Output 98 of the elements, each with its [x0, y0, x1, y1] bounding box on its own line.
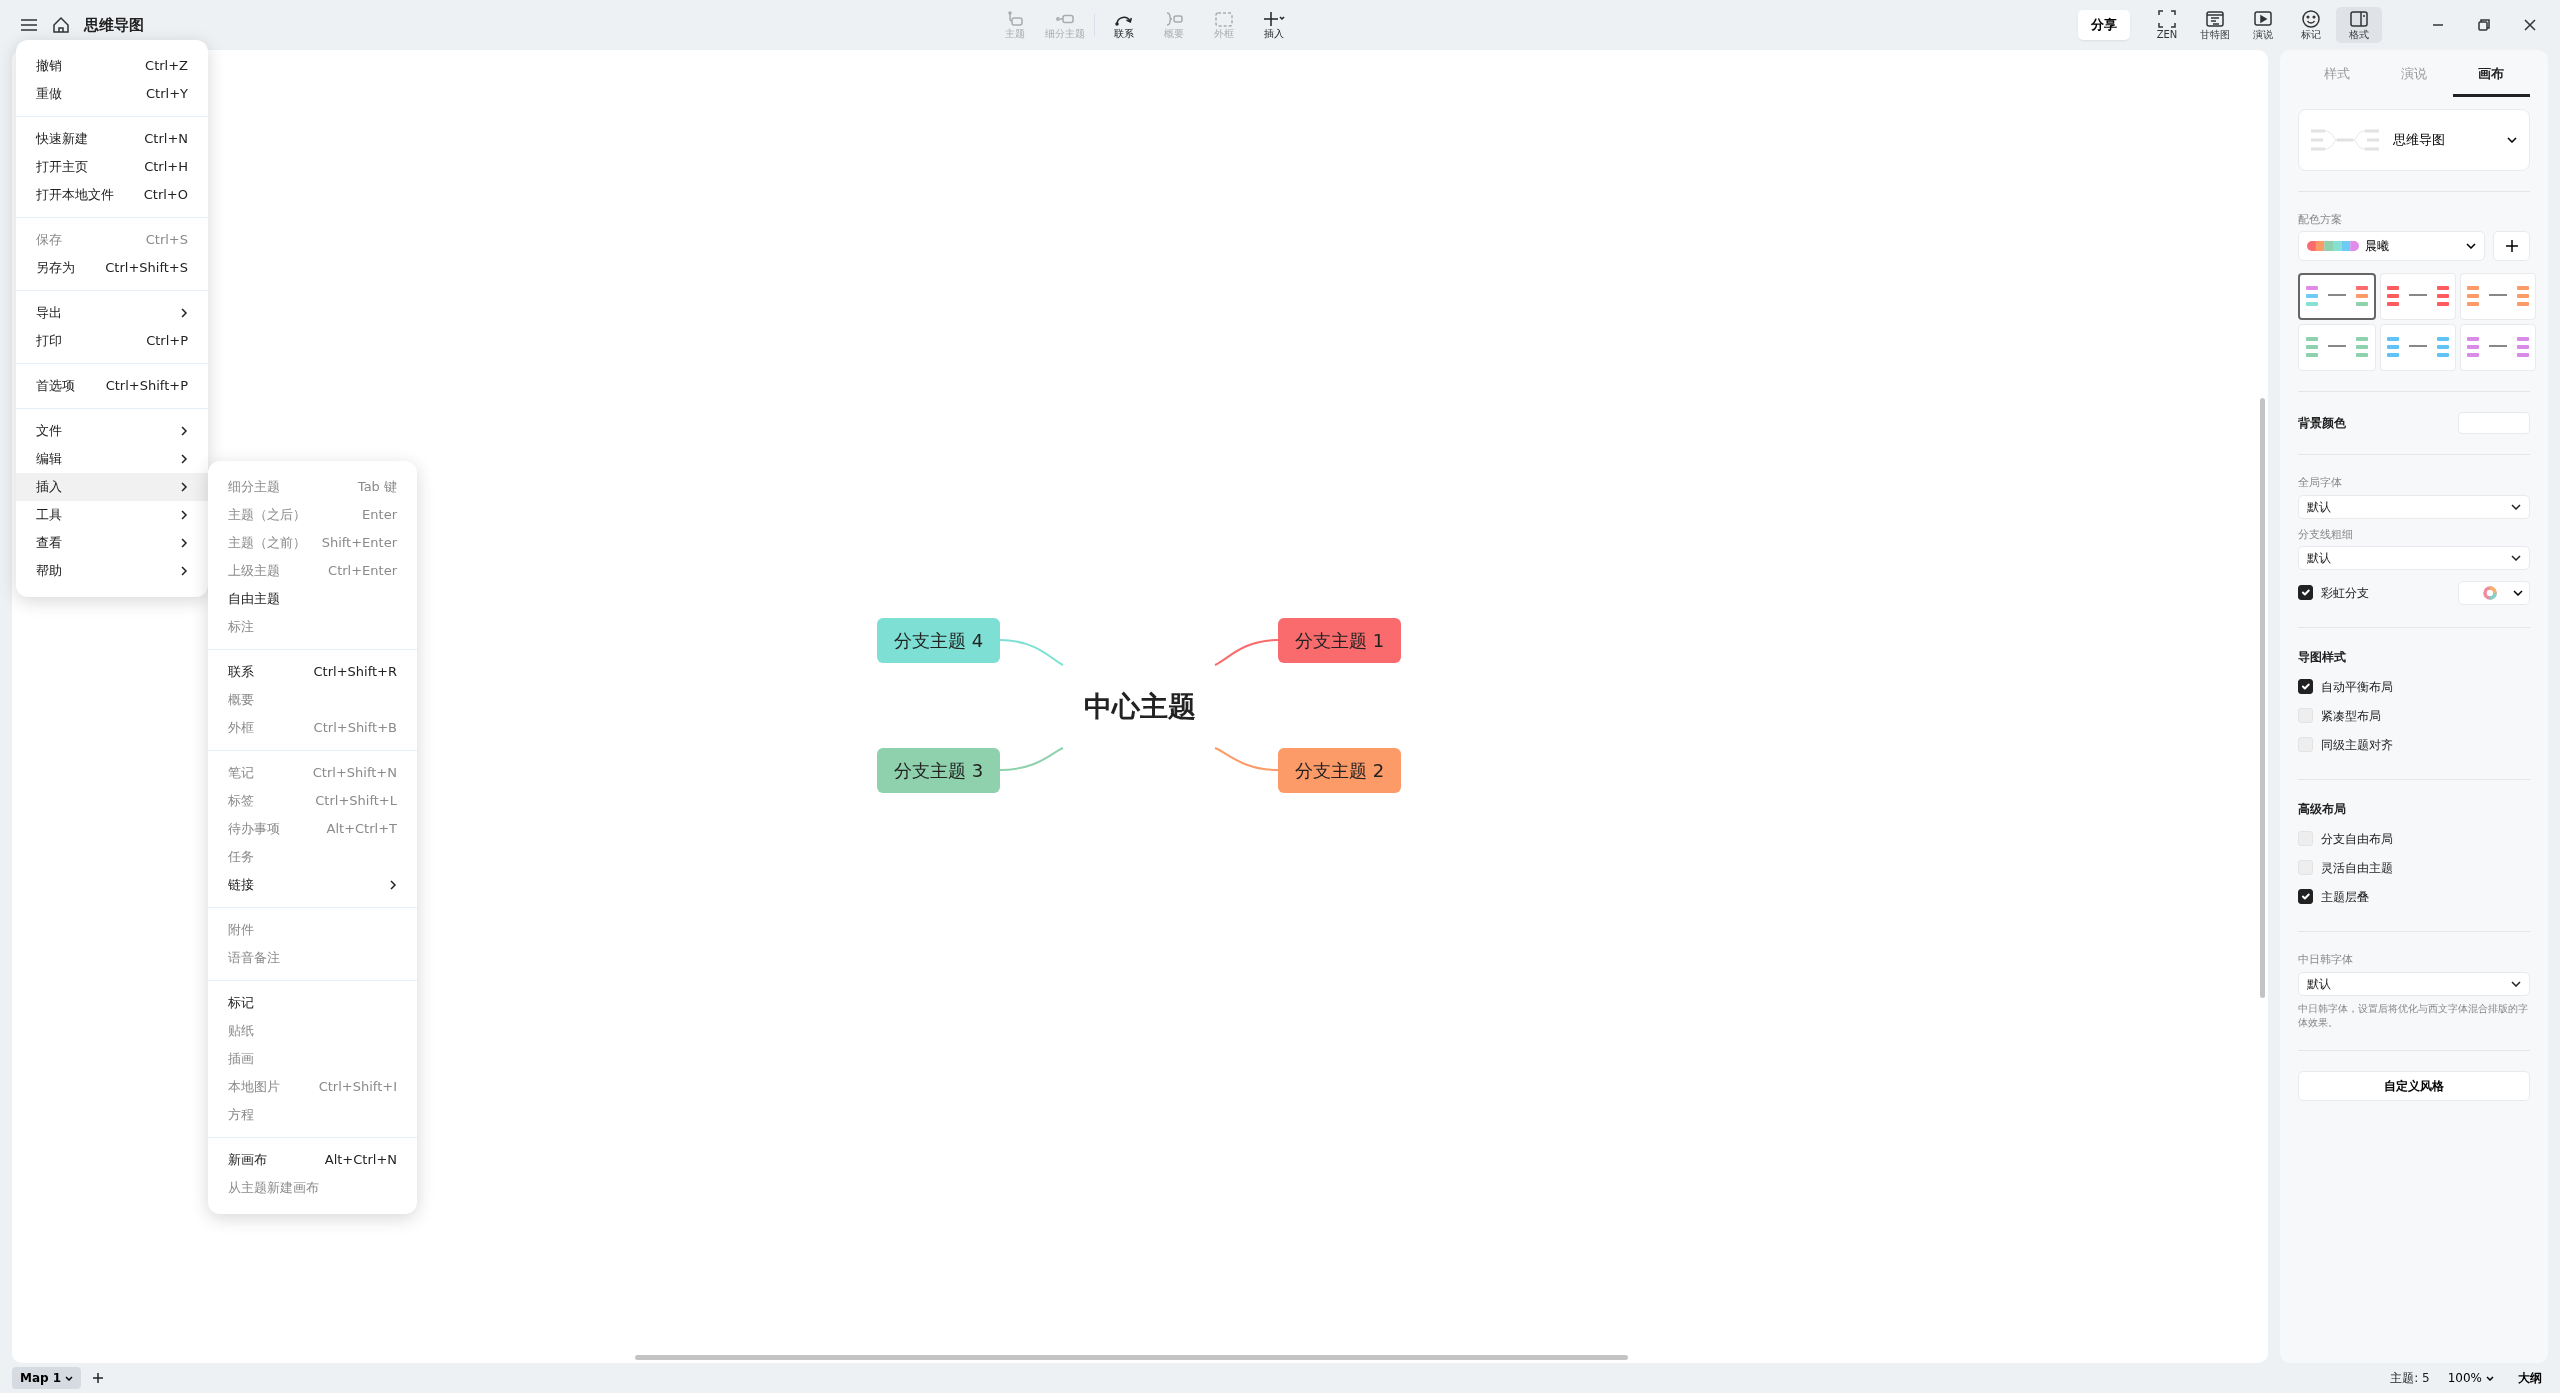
color-stripe-icon	[2307, 241, 2359, 251]
connector-line	[1214, 747, 1279, 771]
menu-item[interactable]: 导出	[16, 299, 208, 327]
section-title: 导图样式	[2298, 649, 2347, 666]
menu-item[interactable]: 打开主页 Ctrl+H	[16, 153, 208, 181]
menu-item[interactable]: 链接	[208, 871, 417, 899]
menu-icon[interactable]	[20, 18, 38, 32]
vertical-scrollbar[interactable]	[2260, 398, 2265, 998]
field-label: 分支线粗细	[2298, 526, 2354, 543]
branch-topic[interactable]: 分支主题 1	[1278, 618, 1401, 663]
dashed-box-icon	[1214, 10, 1234, 28]
chevron-down-icon	[2466, 243, 2476, 249]
view-button[interactable]: ZEN	[2144, 7, 2190, 43]
play-icon	[2253, 9, 2273, 29]
branch-topic[interactable]: 分支主题 4	[877, 618, 1000, 663]
field-label: 配色方案	[2298, 211, 2343, 228]
menu-item[interactable]: 帮助	[16, 557, 208, 585]
field-label: 全局字体	[2298, 475, 2343, 491]
panel-tab[interactable]: 画布	[2452, 56, 2530, 97]
menu-item[interactable]: 自由主题	[208, 585, 417, 613]
menu-item[interactable]: 首选项 Ctrl+Shift+P	[16, 372, 208, 400]
select-field[interactable]: 默认	[2298, 546, 2530, 570]
checkbox-label: 紧凑型布局	[2321, 707, 2381, 725]
menu-item[interactable]: 编辑	[16, 445, 208, 473]
chevron-down-icon	[2511, 980, 2521, 987]
structure-dropdown[interactable]: 思维导图	[2298, 108, 2530, 171]
menu-item[interactable]: 工具	[16, 501, 208, 529]
connector-line	[1214, 639, 1279, 666]
menu-item[interactable]: 联系 Ctrl+Shift+R	[208, 658, 417, 686]
select-field[interactable]: 默认	[2298, 971, 2530, 996]
connector-line	[999, 639, 1064, 666]
panel-layout-icon	[2349, 9, 2369, 29]
horizontal-scrollbar[interactable]	[635, 1355, 1628, 1360]
select-field[interactable]: 默认	[2298, 494, 2530, 519]
brace-icon	[1164, 10, 1184, 28]
menu-item[interactable]: 撤销 Ctrl+Z	[16, 52, 208, 80]
menu-item[interactable]: 文件	[16, 417, 208, 445]
connector-line	[999, 747, 1064, 771]
checkbox-label: 自动平衡布局	[2321, 678, 2393, 696]
theme-thumbnail[interactable]	[2298, 273, 2376, 320]
caret-down-icon	[2486, 1375, 2494, 1381]
view-button[interactable]: 甘特图	[2192, 7, 2238, 43]
rainbow-color-dropdown[interactable]	[2458, 580, 2530, 605]
menu-item[interactable]: 另存为 Ctrl+Shift+S	[16, 254, 208, 282]
menu-item[interactable]: 新画布 Alt+Ctrl+N	[208, 1146, 417, 1174]
menu-item[interactable]: 快速新建 Ctrl+N	[16, 125, 208, 153]
menu-item[interactable]: 查看	[16, 529, 208, 557]
close-icon[interactable]	[2523, 18, 2537, 32]
menu-item[interactable]: 重做 Ctrl+Y	[16, 80, 208, 108]
checkbox-label: 主题层叠	[2321, 888, 2369, 906]
branch-topic[interactable]: 分支主题 2	[1278, 748, 1401, 793]
chevron-down-icon	[2511, 503, 2521, 510]
topic-count: 主题: 5	[2390, 1370, 2430, 1387]
field-label: 背景颜色	[2298, 415, 2346, 432]
view-button[interactable]: 格式	[2336, 7, 2382, 43]
structure-preview-icon	[2311, 127, 2379, 152]
menu-item[interactable]: 插入	[16, 473, 208, 501]
caret-down-icon	[65, 1375, 74, 1381]
window-title: 思维导图	[84, 14, 144, 36]
checkbox-label: 同级主题对齐	[2321, 736, 2393, 754]
chevron-down-icon	[2511, 555, 2521, 561]
checkbox-label: 分支自由布局	[2321, 830, 2393, 848]
chevron-down-icon	[2513, 589, 2523, 596]
zoom-dropdown[interactable]: 100%	[2441, 1368, 2500, 1388]
checkbox[interactable]	[2298, 889, 2313, 904]
add-sheet-icon[interactable]	[93, 1373, 104, 1383]
topic-icon	[1005, 10, 1025, 28]
section-title: 高级布局	[2298, 801, 2347, 818]
gantt-chart-icon	[2205, 9, 2225, 29]
custom-style-button[interactable]: 自定义风格	[2298, 1070, 2530, 1101]
menu-item[interactable]: 标记	[208, 989, 417, 1017]
plus-icon	[2505, 240, 2518, 252]
plus-icon	[1263, 10, 1285, 28]
toolbar-button[interactable]: 联系	[1099, 7, 1149, 43]
field-label: 中日韩字体	[2298, 952, 2354, 968]
view-button[interactable]: 演说	[2240, 7, 2286, 43]
toolbar-button[interactable]: 插入	[1249, 7, 1299, 43]
menu-item[interactable]: 打印 Ctrl+P	[16, 327, 208, 355]
checkbox[interactable]	[2298, 679, 2313, 694]
checkbox-label: 灵活自由主题	[2321, 859, 2393, 877]
chevron-down-icon	[2507, 136, 2517, 143]
outline-button[interactable]: 大纲	[2512, 1368, 2548, 1388]
color-scheme-dropdown[interactable]: 晨曦	[2298, 231, 2485, 261]
checkbox[interactable]	[2298, 585, 2313, 600]
home-icon[interactable]	[52, 16, 70, 34]
branch-topic[interactable]: 分支主题 3	[877, 748, 1000, 793]
smiley-icon	[2301, 9, 2321, 29]
view-button[interactable]: 标记	[2288, 7, 2334, 43]
share-button[interactable]: 分享	[2078, 10, 2130, 40]
sheet-tab[interactable]: Map 1	[12, 1367, 82, 1389]
restore-icon[interactable]	[2477, 18, 2491, 32]
fullscreen-icon	[2157, 9, 2177, 29]
hint-text: 中日韩字体，设置后将优化与西文字体混合排版的字体效果。	[2298, 1001, 2529, 1030]
menu-item[interactable]: 打开本地文件 Ctrl+O	[16, 181, 208, 209]
checkbox-label: 彩虹分支	[2321, 584, 2369, 602]
central-topic[interactable]: 中心主题	[1084, 686, 1196, 728]
color-wheel-icon	[2483, 585, 2497, 600]
add-button[interactable]	[2493, 231, 2530, 261]
